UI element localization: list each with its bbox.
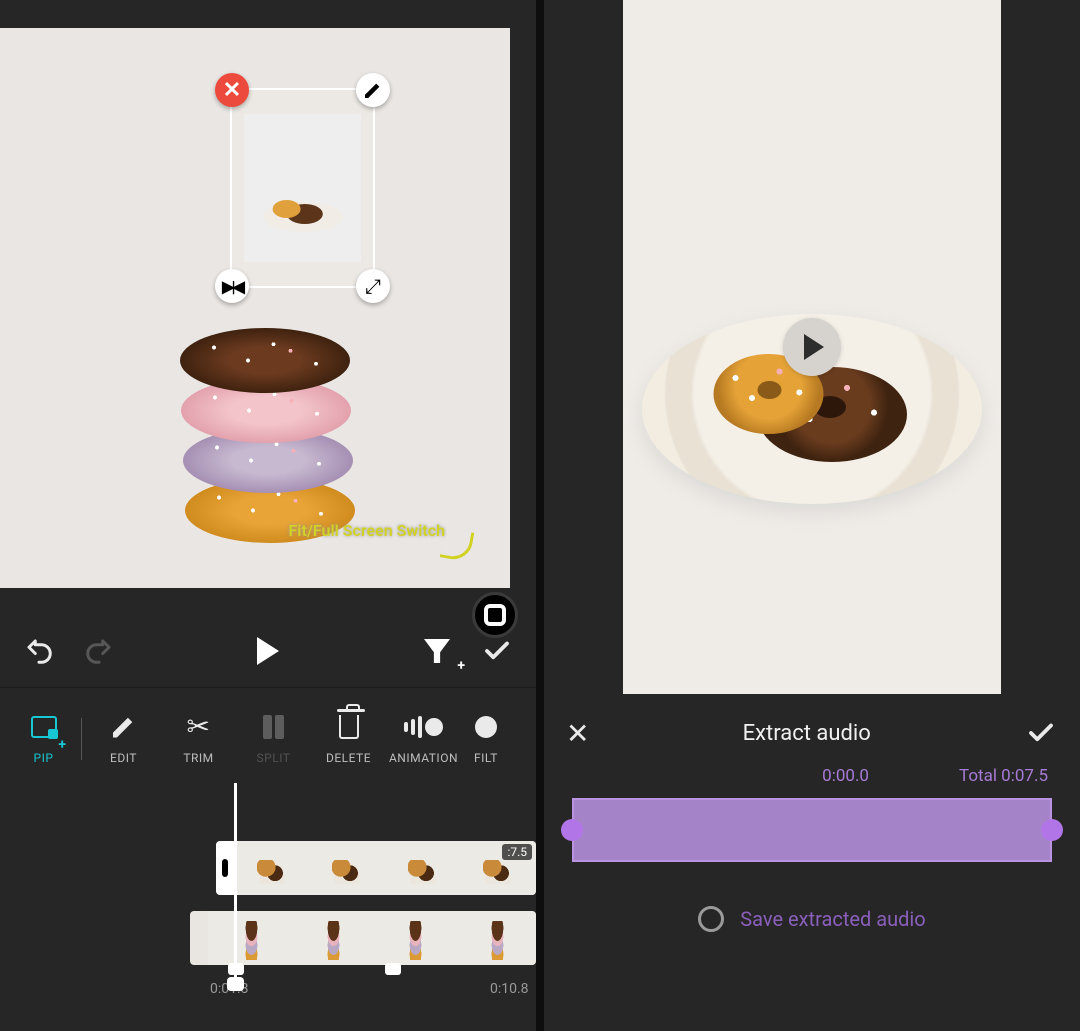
play-button[interactable]	[251, 634, 285, 668]
scissors-icon: ✂	[187, 713, 211, 741]
pip-edit-button[interactable]	[356, 73, 390, 107]
tool-row: + PIP EDIT ✂ TRIM SPLIT DELETE ANIMATION…	[0, 687, 536, 783]
pip-icon	[31, 716, 57, 738]
donut-chocolate	[180, 328, 350, 393]
plus-icon: +	[457, 658, 465, 674]
main-track-clip[interactable]	[190, 911, 536, 965]
close-icon: ✕	[223, 78, 241, 103]
video-preview[interactable]: ✕ ▶|◀ ⤢ Fit/Full Screen Switch	[0, 28, 510, 588]
pip-overlay-content	[244, 114, 361, 262]
clip-thumbnail	[290, 911, 372, 965]
filter-icon	[475, 716, 497, 738]
clip-thumbnail	[454, 911, 536, 965]
tool-animation[interactable]: ANIMATION	[386, 713, 461, 765]
save-extracted-audio-toggle[interactable]: Save extracted audio	[544, 906, 1080, 932]
mirror-icon: ▶|◀	[222, 277, 242, 296]
pane-divider	[536, 0, 544, 1031]
clip-thumbnail	[385, 841, 461, 895]
save-extracted-audio-label: Save extracted audio	[740, 907, 925, 931]
clip-thumbnail	[310, 841, 386, 895]
player-controls: +	[0, 615, 536, 687]
hint-arrow-icon	[440, 528, 475, 563]
split-icon	[263, 715, 285, 739]
timeline-time-label: 0:10.8	[490, 981, 529, 997]
radio-unchecked-icon	[698, 906, 724, 932]
editor-pane: ✕ ▶|◀ ⤢ Fit/Full Screen Switch	[0, 0, 536, 1031]
close-icon: ✕	[566, 717, 589, 750]
extract-audio-header: ✕ Extract audio	[544, 700, 1080, 766]
trash-icon	[339, 715, 359, 739]
tool-trim[interactable]: ✂ TRIM	[161, 713, 236, 765]
audio-range-bar[interactable]	[572, 798, 1052, 862]
check-icon	[1026, 718, 1056, 748]
check-icon	[482, 636, 512, 666]
redo-button[interactable]	[82, 634, 116, 668]
panel-title: Extract audio	[743, 721, 871, 746]
clip-trim-handle[interactable]	[216, 841, 234, 895]
tool-pip[interactable]: + PIP	[6, 713, 81, 765]
tool-edit[interactable]: EDIT	[86, 713, 161, 765]
timeline-marker[interactable]	[385, 963, 401, 975]
time-row: 0:00.0 Total 0:07.5	[544, 766, 1080, 790]
resize-icon: ⤢	[365, 274, 381, 298]
extract-audio-pane: ✕ Extract audio 0:00.0 Total 0:07.5 Save…	[544, 0, 1080, 1031]
fit-full-hint: Fit/Full Screen Switch	[289, 521, 446, 540]
confirm-extract-button[interactable]	[1024, 716, 1058, 750]
tool-label: DELETE	[326, 751, 371, 765]
pip-resize-handle[interactable]: ⤢	[356, 269, 390, 303]
fit-full-toggle-button[interactable]	[472, 592, 518, 638]
undo-icon	[24, 636, 54, 666]
pip-thumb-donut-2	[273, 200, 301, 218]
tool-label: TRIM	[183, 751, 213, 765]
audio-range-start-handle[interactable]	[561, 819, 583, 841]
clip-thumbnail	[234, 841, 310, 895]
pip-overlay[interactable]: ✕ ▶|◀ ⤢	[230, 88, 375, 288]
tool-label: SPLIT	[257, 751, 291, 765]
divider	[81, 718, 82, 760]
tool-label: ANIMATION	[389, 751, 458, 765]
tool-label: PIP	[34, 751, 54, 765]
preview-play-button[interactable]	[783, 318, 841, 376]
pencil-icon	[113, 716, 135, 738]
tool-filter[interactable]: FILT	[461, 713, 511, 765]
tool-label: EDIT	[110, 751, 137, 765]
clip-duration-badge: :7.5	[502, 844, 532, 860]
clip-thumbnail	[372, 911, 454, 965]
preview-area: ✕ ▶|◀ ⤢ Fit/Full Screen Switch	[0, 0, 536, 615]
audio-range-end-handle[interactable]	[1041, 819, 1063, 841]
plus-icon: +	[58, 737, 66, 753]
play-icon	[257, 637, 279, 665]
total-time: Total 0:07.5	[959, 766, 1048, 786]
add-filter-button[interactable]: +	[420, 634, 454, 668]
tool-split: SPLIT	[236, 713, 311, 765]
pencil-icon	[365, 82, 381, 98]
redo-icon	[84, 636, 114, 666]
timeline-area[interactable]: :7.5 0:01.3 0:10.8	[0, 783, 536, 1031]
audio-range-track[interactable]	[572, 798, 1052, 862]
fit-full-icon	[484, 604, 506, 626]
tool-label: FILT	[474, 751, 498, 765]
current-time: 0:00.0	[822, 766, 869, 786]
confirm-button[interactable]	[480, 634, 514, 668]
pip-mirror-button[interactable]: ▶|◀	[215, 269, 249, 303]
grip-icon	[222, 859, 228, 877]
pip-track-clip[interactable]: :7.5	[216, 841, 536, 895]
undo-button[interactable]	[22, 634, 56, 668]
preview-content	[175, 313, 365, 543]
tool-delete[interactable]: DELETE	[311, 713, 386, 765]
audio-source-preview[interactable]	[623, 0, 1001, 694]
playhead[interactable]	[234, 783, 237, 983]
play-icon	[804, 334, 824, 360]
clip-thumbnail	[208, 911, 290, 965]
funnel-icon	[424, 639, 450, 663]
close-button[interactable]: ✕	[566, 717, 589, 750]
animation-icon	[404, 716, 443, 738]
pip-delete-button[interactable]: ✕	[215, 73, 249, 107]
